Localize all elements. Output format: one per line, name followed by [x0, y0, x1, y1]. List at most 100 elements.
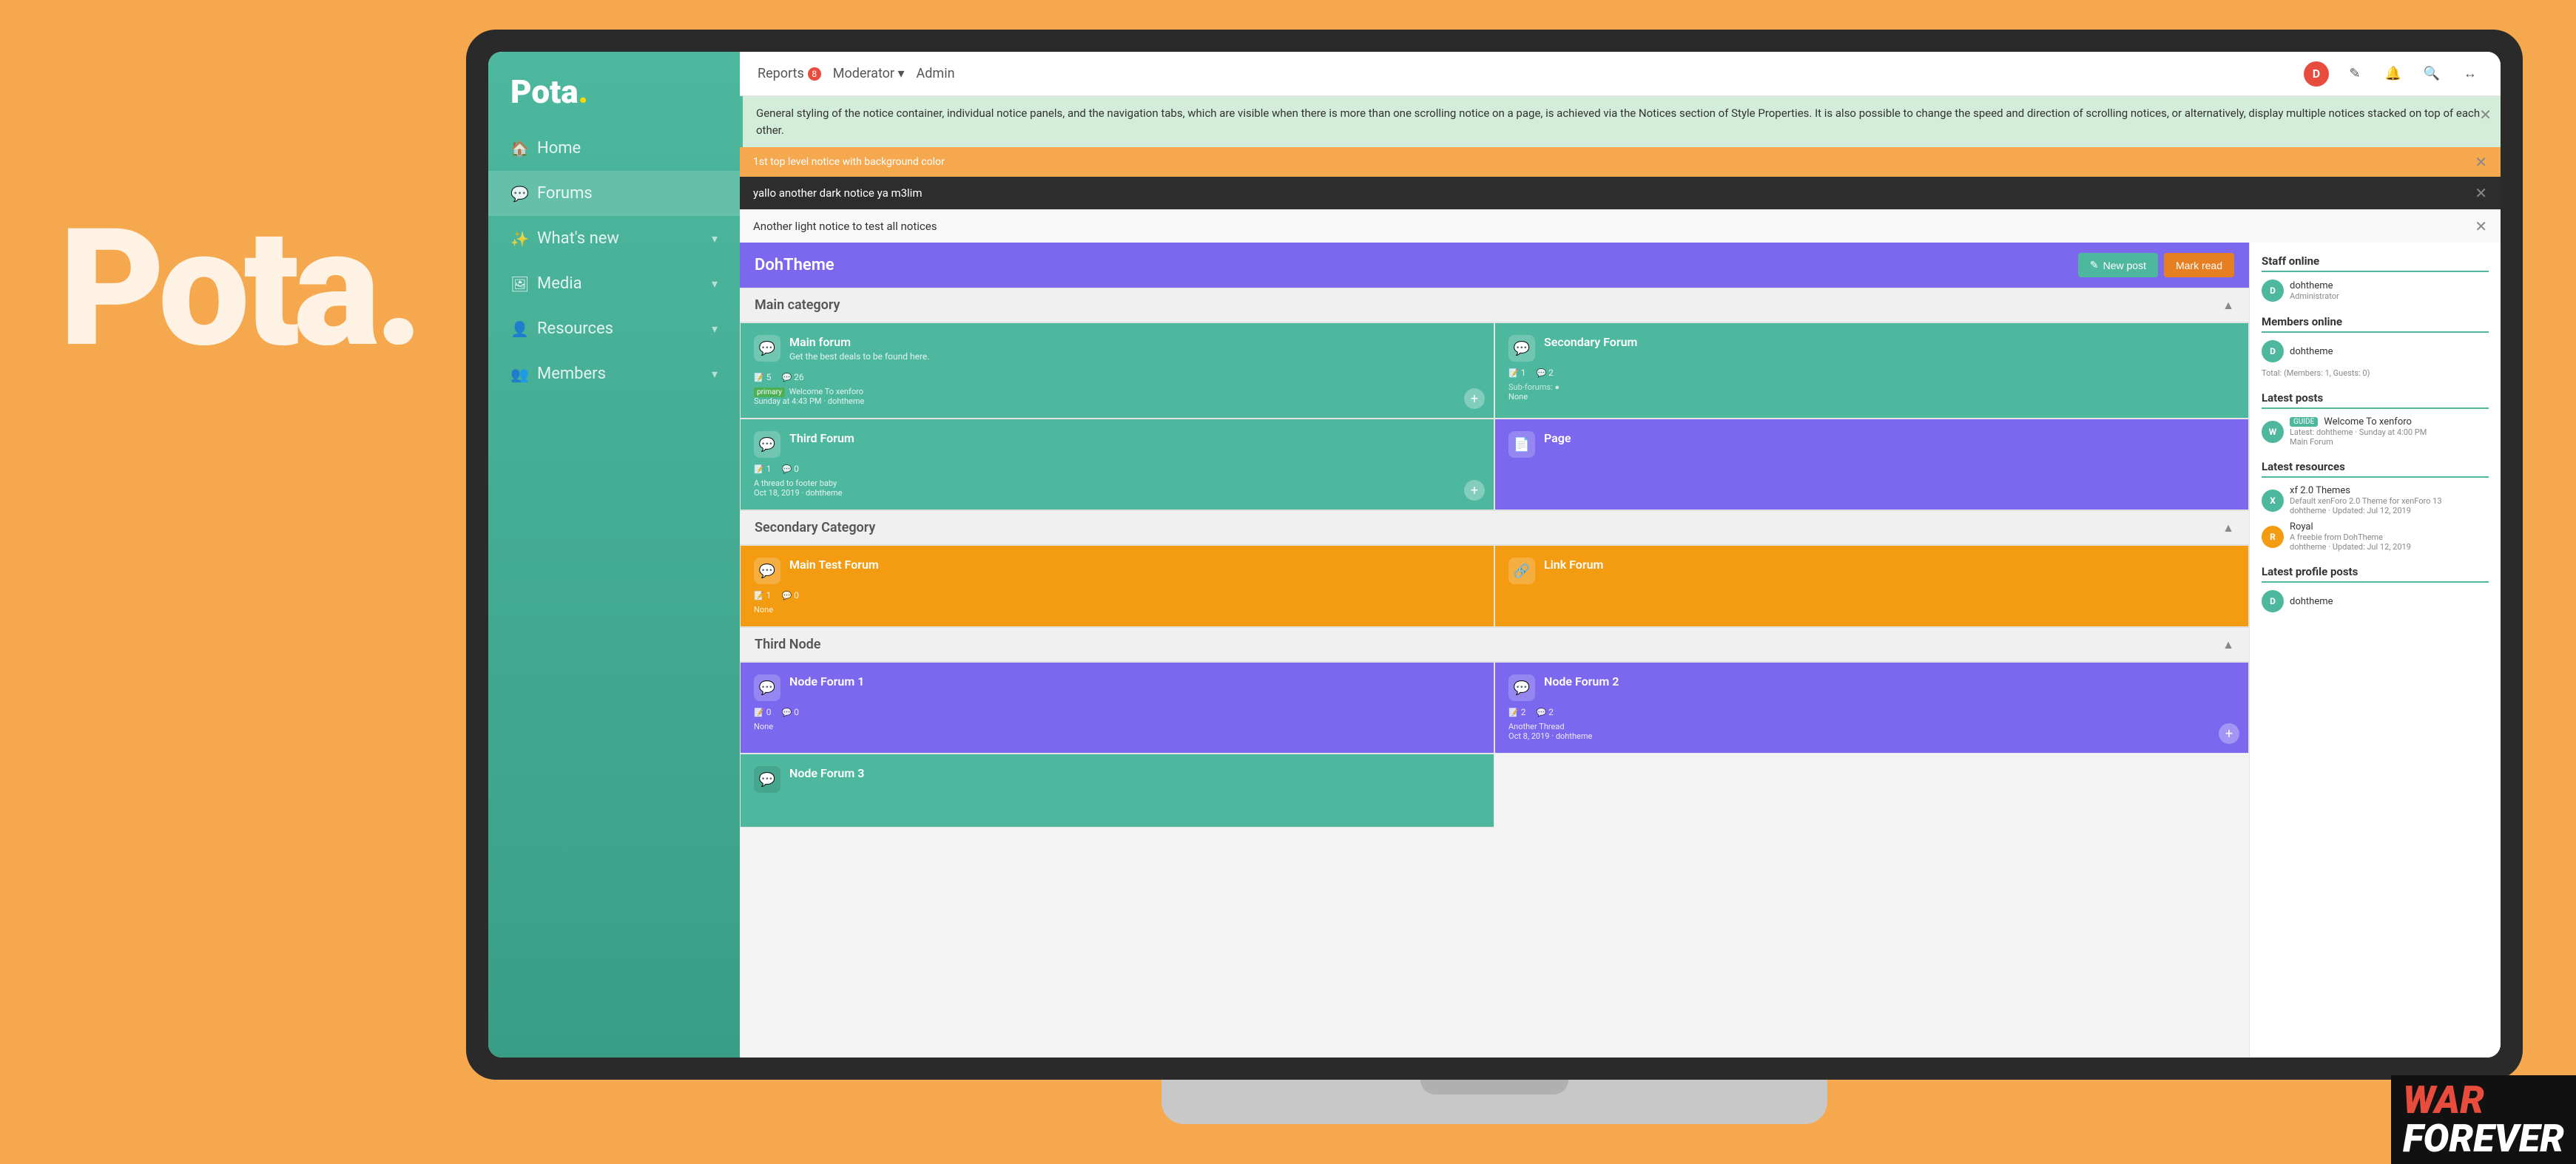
media-chevron-icon: ▾ — [712, 277, 718, 291]
forum-body: DohTheme ✎ New post Mark read — [740, 243, 2501, 1058]
members-chevron-icon: ▾ — [712, 367, 718, 381]
resource-title-2[interactable]: Royal — [2290, 521, 2411, 532]
main-test-messages: 💬 0 — [781, 590, 798, 600]
third-forum-add-btn[interactable]: + — [1464, 480, 1485, 501]
third-forum-threads: 📝 1 — [754, 464, 771, 474]
notice-dark-text: yallo another dark notice ya m3lim — [753, 186, 923, 200]
search-btn[interactable]: 🔍 — [2419, 61, 2444, 87]
new-post-icon: ✎ — [2090, 259, 2099, 271]
reports-link[interactable]: Reports 8 — [758, 66, 821, 81]
whats-new-chevron-icon: ▾ — [712, 231, 718, 246]
node1-latest: None — [754, 722, 1480, 731]
sidebar-item-forums[interactable]: 💬 Forums — [488, 171, 740, 216]
forum-card-secondary-forum: 💬 Secondary Forum 📝 1 — [1494, 322, 2249, 419]
latest-resources-title: Latest resources — [2262, 460, 2489, 478]
member-name[interactable]: dohtheme — [2290, 346, 2333, 357]
main-forum-threads: 📝 5 — [754, 372, 771, 382]
reports-badge: 8 — [808, 67, 821, 81]
new-post-button[interactable]: ✎ New post — [2078, 253, 2158, 277]
notice-light: Another light notice to test all notices… — [740, 209, 2501, 243]
resource-avatar-2: R — [2262, 526, 2284, 548]
moderator-link[interactable]: Moderator ▾ — [833, 66, 905, 81]
sidebar-item-resources[interactable]: 👤 Resources ▾ — [488, 306, 740, 351]
main-test-threads: 📝 1 — [754, 590, 771, 600]
secondary-forum-title[interactable]: Secondary Forum — [1544, 335, 1637, 349]
members-count: Total: (Members: 1, Guests: 0) — [2262, 368, 2489, 378]
main-forum-title[interactable]: Main forum — [789, 335, 929, 349]
latest-post-title[interactable]: Welcome To xenforo — [2324, 416, 2412, 427]
main-forum-icon: 💬 — [754, 335, 780, 362]
profile-post-name[interactable]: dohtheme — [2290, 596, 2333, 607]
user-avatar-btn[interactable]: D — [2304, 61, 2329, 87]
main-test-title[interactable]: Main Test Forum — [789, 558, 879, 572]
third-forum-messages: 💬 0 — [781, 464, 798, 474]
admin-link[interactable]: Admin — [917, 66, 955, 81]
laptop-container: Pota. 🏠 Home 💬 Forums — [466, 30, 2523, 1124]
resource-meta-2: dohtheme · Updated: Jul 12, 2019 — [2290, 542, 2411, 552]
more-btn[interactable]: ↔ — [2458, 61, 2483, 87]
category-third-title: Third Node — [755, 637, 820, 652]
node2-title[interactable]: Node Forum 2 — [1544, 674, 1619, 688]
third-forum-icon: 💬 — [754, 431, 780, 458]
members-icon: 👥 — [510, 365, 527, 383]
messages-icon: 💬 — [781, 373, 792, 382]
forum-main-scroll: DohTheme ✎ New post Mark read — [740, 243, 2249, 1058]
sidebar-item-media[interactable]: 🖼 Media ▾ — [488, 261, 740, 306]
notice-green-close[interactable]: ✕ — [2479, 104, 2492, 126]
forum-card-link-forum: 🔗 Link Forum — [1494, 545, 2249, 627]
sidebar-item-members[interactable]: 👥 Members ▾ — [488, 351, 740, 396]
profile-post-item: D dohtheme — [2262, 590, 2489, 612]
link-forum-icon: 🔗 — [1508, 558, 1535, 584]
main-test-icon: 💬 — [754, 558, 780, 584]
mark-read-button[interactable]: Mark read — [2164, 253, 2234, 277]
compose-btn[interactable]: ✎ — [2342, 61, 2367, 87]
notice-green: General styling of the notice container,… — [740, 96, 2501, 147]
node2-add-btn[interactable]: + — [2219, 723, 2239, 744]
staff-online-section: Staff online D dohtheme Administrator — [2262, 254, 2489, 302]
resource-item-1: X xf 2.0 Themes Default xenForo 2.0 Them… — [2262, 485, 2489, 515]
main-forum-desc: Get the best deals to be found here. — [789, 351, 929, 362]
member-avatar: D — [2262, 340, 2284, 362]
notice-light-close[interactable]: ✕ — [2475, 217, 2487, 235]
node3-title[interactable]: Node Forum 3 — [789, 766, 864, 780]
resource-title-1[interactable]: xf 2.0 Themes — [2290, 485, 2442, 496]
notice-dark-close[interactable]: ✕ — [2475, 184, 2487, 202]
war-forever-badge: WAR FOREVER — [2391, 1075, 2576, 1164]
notice-orange-text: 1st top level notice with background col… — [753, 156, 945, 168]
notice-orange: 1st top level notice with background col… — [740, 147, 2501, 177]
staff-name[interactable]: dohtheme — [2290, 280, 2339, 291]
main-content: Reports 8 Moderator ▾ Admin D ✎ 🔔 🔍 ↔ — [740, 52, 2501, 1058]
members-online-title: Members online — [2262, 315, 2489, 333]
category-third-collapse-icon[interactable]: ▲ — [2222, 637, 2234, 652]
sidebar-nav: 🏠 Home 💬 Forums ✨ What's new — [488, 126, 740, 396]
link-forum-title[interactable]: Link Forum — [1544, 558, 1603, 572]
category-main-collapse-icon[interactable]: ▲ — [2222, 298, 2234, 313]
node1-title[interactable]: Node Forum 1 — [789, 674, 864, 688]
category-main: Main category ▲ 💬 Main forum — [740, 288, 2249, 510]
sidebar-item-home[interactable]: 🏠 Home — [488, 126, 740, 171]
members-online-section: Members online D dohtheme Total: (Member… — [2262, 315, 2489, 378]
page-title[interactable]: Page — [1544, 431, 1571, 445]
main-forum-add-btn[interactable]: + — [1464, 388, 1485, 409]
forum-card-node2: 💬 Node Forum 2 📝 2 — [1494, 662, 2249, 754]
latest-post-avatar: W — [2262, 421, 2284, 443]
sidebar-item-whats-new[interactable]: ✨ What's new ▾ — [488, 216, 740, 261]
forum-card-node1: 💬 Node Forum 1 📝 0 — [740, 662, 1494, 754]
alerts-btn[interactable]: 🔔 — [2381, 61, 2406, 87]
resource-desc-1: Default xenForo 2.0 Theme for xenForo 13 — [2290, 496, 2442, 506]
notice-green-text: General styling of the notice container,… — [756, 106, 2480, 137]
category-secondary-collapse-icon[interactable]: ▲ — [2222, 521, 2234, 535]
third-forum-title[interactable]: Third Forum — [789, 431, 854, 445]
threads-icon: 📝 — [754, 373, 764, 382]
forum-card-node3: 💬 Node Forum 3 — [740, 754, 1494, 828]
notice-orange-close[interactable]: ✕ — [2475, 153, 2487, 171]
latest-resources-section: Latest resources X xf 2.0 Themes Default… — [2262, 460, 2489, 552]
notice-light-text: Another light notice to test all notices — [753, 220, 937, 233]
secondary-forum-icon: 💬 — [1508, 335, 1535, 362]
war-text: WAR — [2403, 1081, 2564, 1120]
category-third-node: Third Node ▲ 💬 Node Forum 1 — [740, 627, 2249, 828]
node3-icon: 💬 — [754, 766, 780, 793]
laptop-base — [1161, 1080, 1827, 1124]
node1-icon: 💬 — [754, 674, 780, 701]
new-post-label: New post — [2103, 260, 2146, 271]
